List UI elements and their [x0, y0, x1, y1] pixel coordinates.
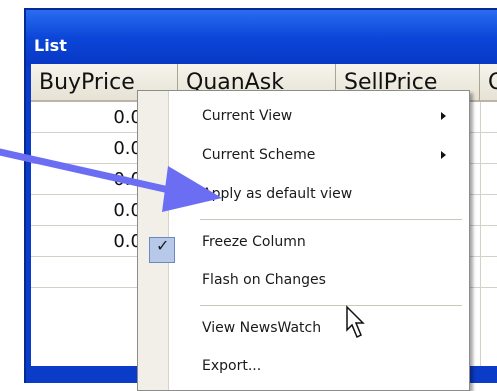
- submenu-arrow-icon: [441, 112, 446, 120]
- menu-item-label: View NewsWatch: [202, 320, 322, 336]
- window-title: List: [34, 36, 67, 55]
- menu-item-flash-on-changes[interactable]: Flash on Changes: [168, 265, 468, 295]
- menu-item-current-view[interactable]: Current View: [168, 101, 468, 131]
- menu-item-label: Current View: [202, 108, 293, 124]
- menu-item-export[interactable]: Export...: [168, 351, 468, 381]
- column-header-q[interactable]: Q: [480, 64, 497, 102]
- menu-item-label: Apply as default view: [202, 186, 353, 202]
- checked-indicator: ✓: [149, 236, 175, 263]
- menu-item-label: Flash on Changes: [202, 272, 326, 288]
- menu-item-apply-default-view[interactable]: Apply as default view: [168, 179, 468, 209]
- menu-item-label: Export...: [202, 358, 262, 374]
- screenshot-frame: List BuyPrice QuanAsk SellPrice Q 0.0 0.…: [0, 0, 497, 391]
- menu-item-label: Freeze Column: [202, 234, 306, 250]
- menu-item-freeze-column[interactable]: Freeze Column: [168, 227, 468, 257]
- menu-separator: [200, 219, 462, 220]
- submenu-arrow-icon: [441, 151, 446, 159]
- column-divider: [480, 102, 481, 366]
- context-menu: Current View Current Scheme Apply as def…: [137, 90, 470, 391]
- checkmark-icon: ✓: [156, 236, 170, 255]
- menu-item-view-newswatch[interactable]: View NewsWatch: [168, 313, 468, 343]
- menu-separator: [200, 305, 462, 306]
- menu-item-label: Current Scheme: [202, 147, 316, 163]
- menu-item-current-scheme[interactable]: Current Scheme: [168, 140, 468, 170]
- window-titlebar[interactable]: List: [26, 10, 497, 66]
